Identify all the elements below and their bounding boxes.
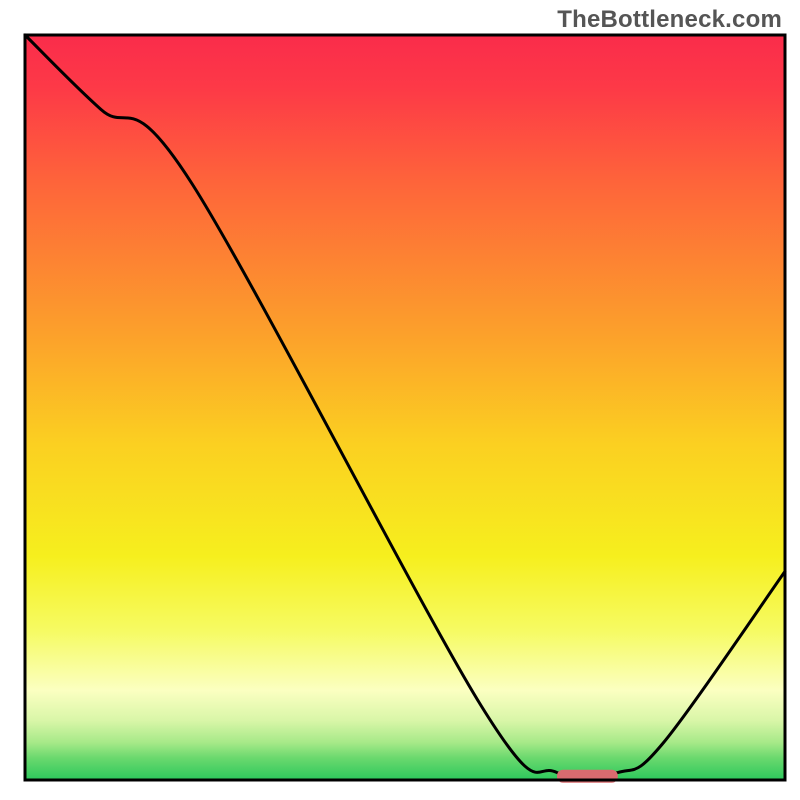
chart-container: TheBottleneck.com <box>0 0 800 800</box>
bottleneck-chart <box>0 0 800 800</box>
plot-background <box>25 35 785 780</box>
watermark-text: TheBottleneck.com <box>557 6 782 34</box>
